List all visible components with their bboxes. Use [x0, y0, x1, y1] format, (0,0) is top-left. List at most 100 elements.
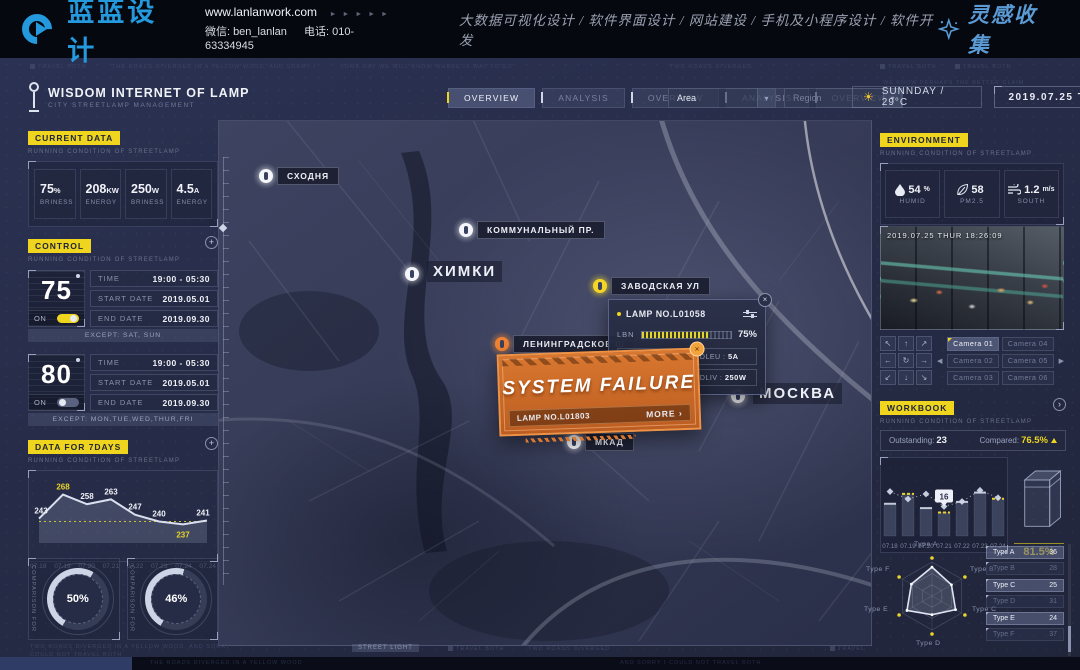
next-cameras-icon[interactable]: ▶: [1059, 357, 1064, 365]
panel-title: CONTROL: [28, 239, 91, 253]
radar-axis-label: Type E: [864, 606, 888, 613]
type-row[interactable]: Type D31: [986, 595, 1064, 608]
pan-down-button[interactable]: ↓: [898, 370, 914, 385]
tab-analysis-1[interactable]: ANALYSIS: [542, 88, 625, 108]
header-contact: www.lanlanwork.com ► ► ► ► ► 微信: ben_lan…: [205, 5, 413, 53]
system-failure-alert: × SYSTEM FAILURE LAMP NO.L01803 MORE ›: [497, 348, 702, 437]
status-dot-icon: [617, 312, 621, 316]
city-map[interactable]: СХОДНЯ КОММУНАЛЬНЫЙ ПР. ХИМКИ ЗАВОДСКАЯ …: [218, 120, 872, 646]
panel-control: CONTROL RUNNING CONDITION OF STREETLAMP …: [28, 236, 218, 426]
wechat-id: 微信: ben_lanlan: [205, 26, 287, 38]
pan-right-button[interactable]: →: [916, 353, 932, 368]
lamp-pin[interactable]: [453, 217, 479, 243]
type-list: Type A36 Type B28 Type C25 Type D31 Type…: [986, 546, 1064, 644]
power-toggle[interactable]: [57, 314, 79, 323]
prev-cameras-icon[interactable]: ◀: [937, 357, 942, 365]
comparison-gauges: COMPARISON FOR 50% COMPARISON FOR 46%: [28, 558, 218, 640]
except-days: EXCEPT: SAT, SUN: [28, 329, 218, 342]
camera-feed[interactable]: 2019.07.25 THUR 18:26:09: [880, 226, 1064, 330]
camera-button[interactable]: Camera 04: [1002, 337, 1054, 351]
close-icon[interactable]: ×: [758, 293, 772, 307]
lamp-pin[interactable]: [399, 261, 425, 287]
map-label[interactable]: МОСКВА: [753, 383, 842, 404]
brightness-bar[interactable]: [641, 331, 732, 339]
start-date-field[interactable]: START DATE2019.05.01: [90, 374, 218, 391]
brightness-level-box: 80 ON: [28, 354, 85, 411]
panel-subtitle: RUNNING CONDITION OF STREETLAMP: [28, 458, 180, 464]
comparison-gauge: COMPARISON FOR 50%: [28, 558, 120, 640]
droplet-icon: [895, 184, 905, 196]
current-stats: 75% BRINESS 208KW ENERGY 250W BRINESS 4.…: [28, 161, 218, 227]
type-row[interactable]: Type C25: [986, 579, 1064, 592]
website-link[interactable]: www.lanlanwork.com: [205, 5, 317, 19]
services-list: 大数据可视化设计 / 软件界面设计 / 网站建设 / 手机及小程序设计 / 软件…: [459, 9, 938, 49]
map-label[interactable]: ХИМКИ: [427, 261, 502, 282]
type-row[interactable]: Type B28: [986, 562, 1064, 575]
lamp-dot-icon: [76, 358, 80, 362]
start-date-field[interactable]: START DATE2019.05.01: [90, 290, 218, 307]
more-button[interactable]: MORE ›: [646, 408, 683, 419]
except-days: EXCEPT: MON,TUE,WED,THUR,FRI: [28, 413, 218, 426]
alert-lamp-id: LAMP NO.L01803: [517, 411, 590, 423]
type-row[interactable]: Type E24: [986, 612, 1064, 625]
end-date-field[interactable]: END DATE2019.09.30: [90, 394, 218, 411]
radar-chart: Type A Type B Type C Type D Type E Type …: [880, 544, 984, 648]
app-title-block: WISDOM INTERNET OF LAMP CITY STREETLAMP …: [28, 82, 249, 112]
panel-subtitle: RUNNING CONDITION OF STREETLAMP: [28, 149, 218, 155]
map-label[interactable]: КОММУНАЛЬНЫЙ ПР.: [477, 221, 605, 239]
pan-up-right-button[interactable]: ↗: [916, 336, 932, 351]
panel-camera: 2019.07.25 THUR 18:26:09 ↖ ↑ ↗ ← ↻ → ↙ ↓…: [880, 226, 1064, 385]
svg-text:240: 240: [152, 509, 166, 518]
star-icon: [938, 18, 960, 40]
panel-current-data: CURRENT DATA RUNNING CONDITION OF STREET…: [28, 128, 218, 227]
reset-view-button[interactable]: ↻: [898, 353, 914, 368]
svg-text:237: 237: [176, 530, 190, 539]
scrollbar[interactable]: [1068, 544, 1071, 656]
camera-button[interactable]: Camera 06: [1002, 371, 1054, 385]
pan-left-button[interactable]: ←: [880, 353, 896, 368]
workbook-next-button[interactable]: ›: [1053, 398, 1066, 411]
expand-chart-button[interactable]: +: [205, 437, 218, 450]
stat-briness: 75% BRINESS: [34, 169, 76, 219]
week-line-chart: 243268258263247240237241: [28, 470, 218, 562]
time-field[interactable]: TIME19:00 - 05:30: [90, 270, 218, 287]
pan-up-button[interactable]: ↑: [898, 336, 914, 351]
camera-button[interactable]: Camera 05: [1002, 354, 1054, 368]
panel-title: DATA FOR 7DAYS: [28, 440, 128, 454]
tab-overview-1[interactable]: OVERVIEW: [448, 88, 535, 108]
pan-down-left-button[interactable]: ↙: [880, 370, 896, 385]
gauge-value: 50%: [53, 574, 103, 624]
street-light-badge: STREET LIGHT: [352, 644, 419, 652]
date-widget: 2019.07.25 THUR: [994, 86, 1080, 108]
camera-button[interactable]: Camera 02: [947, 354, 999, 368]
camera-button[interactable]: Camera 01: [947, 337, 999, 351]
time-field[interactable]: TIME19:00 - 05:30: [90, 354, 218, 371]
chevron-down-icon: ▾: [757, 89, 775, 107]
panel-subtitle: RUNNING CONDITION OF STREETLAMP: [880, 419, 1032, 425]
arrows-icon: ► ► ► ► ►: [329, 11, 389, 18]
collect-link[interactable]: 灵感收集: [938, 0, 1058, 59]
map-label[interactable]: ЗАВОДСКАЯ УЛ: [611, 277, 710, 295]
stat-energy-kw: 208KW ENERGY: [80, 169, 122, 219]
type-row[interactable]: Type F37: [986, 628, 1064, 641]
brightness-level-box: 75 ON: [28, 270, 85, 327]
area-select[interactable]: Area ▾: [668, 88, 776, 108]
leaf-icon: [957, 184, 968, 196]
camera-timestamp: 2019.07.25 THUR 18:26:09: [887, 231, 1003, 240]
map-label[interactable]: СХОДНЯ: [277, 167, 339, 185]
camera-button[interactable]: Camera 03: [947, 371, 999, 385]
lamp-pin-warning[interactable]: [587, 273, 613, 299]
svg-text:243: 243: [34, 507, 48, 516]
pan-down-right-button[interactable]: ↘: [916, 370, 932, 385]
type-row[interactable]: Type A36: [986, 546, 1064, 559]
sliders-icon[interactable]: [743, 310, 757, 319]
add-schedule-button[interactable]: +: [205, 236, 218, 249]
end-date-field[interactable]: END DATE2019.09.30: [90, 310, 218, 327]
pan-up-left-button[interactable]: ↖: [880, 336, 896, 351]
power-toggle[interactable]: [57, 398, 79, 407]
radar-axis-label: Type A: [914, 541, 938, 548]
dashboard: TRAVEL BOTH THE ROADS DIVERGED IN A YELL…: [0, 58, 1080, 670]
wind-icon: [1008, 184, 1021, 195]
lamp-pin[interactable]: [253, 163, 279, 189]
site-header: 蓝蓝设计 www.lanlanwork.com ► ► ► ► ► 微信: be…: [0, 0, 1080, 58]
